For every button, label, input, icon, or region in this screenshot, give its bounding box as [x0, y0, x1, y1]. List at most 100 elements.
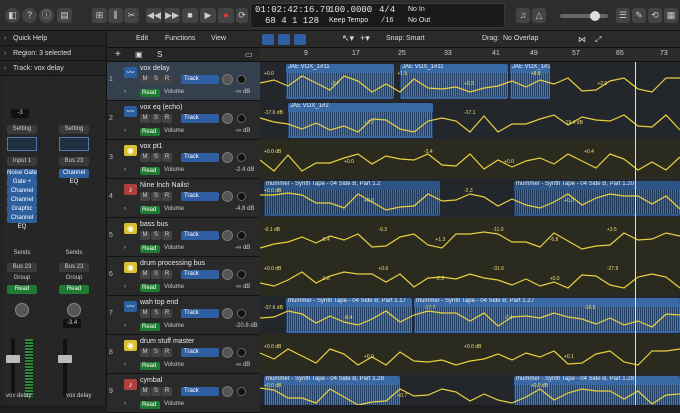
automation-mode[interactable]: Read	[140, 362, 160, 370]
record-icon[interactable]: ●	[218, 8, 234, 23]
automation-parameter[interactable]: Volume	[164, 89, 234, 95]
solo-button[interactable]: S	[151, 153, 161, 162]
arrange-area[interactable]: JAE VOX_1#11 JAE VOX_1#11 JAE VOX_1#11 JAE …	[260, 62, 680, 405]
eq-display[interactable]	[59, 137, 89, 151]
play-icon[interactable]: ▶	[200, 8, 216, 23]
automation-mode[interactable]: Read	[140, 128, 160, 136]
master-volume-slider[interactable]	[560, 14, 608, 18]
bus-slot[interactable]: Bus 23	[59, 263, 89, 272]
list-editor-icon[interactable]: ☰	[616, 8, 630, 23]
record-arm-button[interactable]: R	[162, 387, 172, 396]
automation-parameter[interactable]: Volume	[164, 245, 234, 251]
track-name[interactable]: bass bus	[140, 221, 168, 228]
plugin-slot-6[interactable]: Channel EQ	[7, 214, 37, 230]
automation-toggle-icon[interactable]: ›	[124, 89, 126, 95]
track-button[interactable]: Track	[181, 192, 219, 201]
automation-parameter[interactable]: Volume	[164, 323, 234, 329]
quick-help-icon[interactable]: ?	[22, 8, 37, 23]
pan-knob[interactable]	[15, 303, 29, 317]
gain-value[interactable]: -3	[11, 109, 29, 118]
tuner-icon[interactable]: ♫	[516, 8, 530, 23]
solo-button[interactable]: S	[151, 270, 161, 279]
region-row[interactable]: › Region: 3 selected	[0, 46, 107, 61]
volume-fader[interactable]	[6, 355, 20, 363]
mute-button[interactable]: M	[140, 192, 150, 201]
input-slot[interactable]: Input 1	[7, 157, 37, 166]
automation-toggle-icon[interactable]: ›	[124, 245, 126, 251]
track-header[interactable]: 7 〰 wah top end MSR Track › Read Volume …	[107, 296, 260, 335]
add-track-icon[interactable]: +	[115, 50, 125, 60]
record-arm-button[interactable]: R	[162, 153, 172, 162]
pan-dot[interactable]	[237, 192, 246, 201]
plugin-slot-5[interactable]: Graphic EQ	[7, 205, 37, 221]
automation-parameter[interactable]: Volume	[164, 206, 234, 212]
automation-toggle-icon[interactable]: ›	[124, 206, 126, 212]
volume-knob[interactable]	[222, 74, 233, 85]
track-header[interactable]: 3 ◉ vox pt1 MSR Track › Read Volume -2.4…	[107, 140, 260, 179]
automation-curve[interactable]	[260, 192, 680, 211]
setting-button[interactable]: Setting	[7, 125, 37, 134]
automation-curve[interactable]	[260, 153, 680, 172]
record-arm-button[interactable]: R	[162, 348, 172, 357]
bar-ruler[interactable]: 9 17 25 33 41 49 57 65 73	[260, 48, 680, 62]
track-button[interactable]: Track	[181, 231, 219, 240]
edit-menu[interactable]: Edit	[136, 35, 148, 42]
read-button[interactable]: Read	[7, 285, 37, 294]
automation-curve[interactable]	[260, 348, 680, 366]
automation-parameter[interactable]: Volume	[164, 284, 234, 290]
mute-button[interactable]: M	[140, 387, 150, 396]
solo-button[interactable]: S	[151, 192, 161, 201]
pointer-tool-icon[interactable]: ↖▾	[342, 33, 354, 44]
volume-fader[interactable]	[58, 355, 72, 363]
pan-dot[interactable]	[237, 309, 246, 318]
mute-button[interactable]: M	[140, 75, 150, 84]
solo-button[interactable]: S	[151, 75, 161, 84]
automation-mode[interactable]: Read	[140, 206, 160, 214]
automation-parameter[interactable]: Volume	[164, 167, 234, 173]
automation-toggle-icon[interactable]: ›	[124, 323, 126, 329]
automation-icon[interactable]	[278, 34, 290, 45]
track-name[interactable]: vox pt1	[140, 143, 163, 150]
pan-dot[interactable]	[237, 231, 246, 240]
record-arm-button[interactable]: R	[162, 309, 172, 318]
volume-knob[interactable]	[222, 386, 233, 397]
automation-mode[interactable]: Read	[140, 401, 160, 409]
mute-button[interactable]: M	[140, 231, 150, 240]
automation-toggle-icon[interactable]: ›	[124, 284, 126, 290]
automation-parameter[interactable]: Volume	[164, 128, 234, 134]
forward-icon[interactable]: ▶▶	[164, 8, 180, 23]
track-button[interactable]: Track	[181, 387, 219, 396]
solo-button[interactable]: S	[151, 309, 161, 318]
mute-button[interactable]: M	[140, 153, 150, 162]
playhead[interactable]	[635, 62, 636, 405]
lcd-display[interactable]: 01:02:42:16.79 68 4 1 128 100.0000 Keep …	[250, 3, 505, 28]
loop-browser-icon[interactable]: ⟲	[648, 8, 662, 23]
track-header[interactable]: 8 ◉ drum stuff master MSR Track › Read V…	[107, 335, 260, 374]
track-name[interactable]: cymbal	[140, 377, 162, 384]
browser-icon[interactable]: ▦	[664, 8, 678, 23]
track-button[interactable]: Track	[181, 114, 219, 123]
volume-knob[interactable]	[222, 269, 233, 280]
automation-toggle-icon[interactable]: ›	[124, 128, 126, 134]
plugin-slot-3[interactable]: Channel EQ	[7, 187, 37, 203]
track-button[interactable]: Track	[181, 75, 219, 84]
mute-button[interactable]: M	[140, 348, 150, 357]
automation-mode[interactable]: Read	[140, 323, 160, 331]
track-name[interactable]: wah top end	[140, 299, 178, 306]
pan-knob[interactable]	[67, 303, 81, 317]
pan-dot[interactable]	[237, 270, 246, 279]
global-tracks-icon[interactable]: ▭	[245, 50, 255, 60]
bus-slot[interactable]: Bus 23	[7, 263, 37, 272]
mute-button[interactable]: M	[140, 309, 150, 318]
library-icon[interactable]: ◧	[5, 8, 20, 23]
automation-mode[interactable]: Read	[140, 245, 160, 253]
automation-toggle-icon[interactable]: ›	[124, 401, 126, 407]
read-button[interactable]: Read	[59, 285, 89, 294]
automation-curve[interactable]	[260, 310, 680, 328]
track-header[interactable]: 4 ♪ Nine Inch Nails! MSR Track › Read Vo…	[107, 179, 260, 218]
automation-toggle-icon[interactable]: ›	[124, 362, 126, 368]
flex-icon[interactable]	[294, 34, 306, 45]
quick-help-row[interactable]: › Quick Help	[0, 31, 107, 46]
automation-mode[interactable]: Read	[140, 89, 160, 97]
pan-dot[interactable]	[237, 153, 246, 162]
